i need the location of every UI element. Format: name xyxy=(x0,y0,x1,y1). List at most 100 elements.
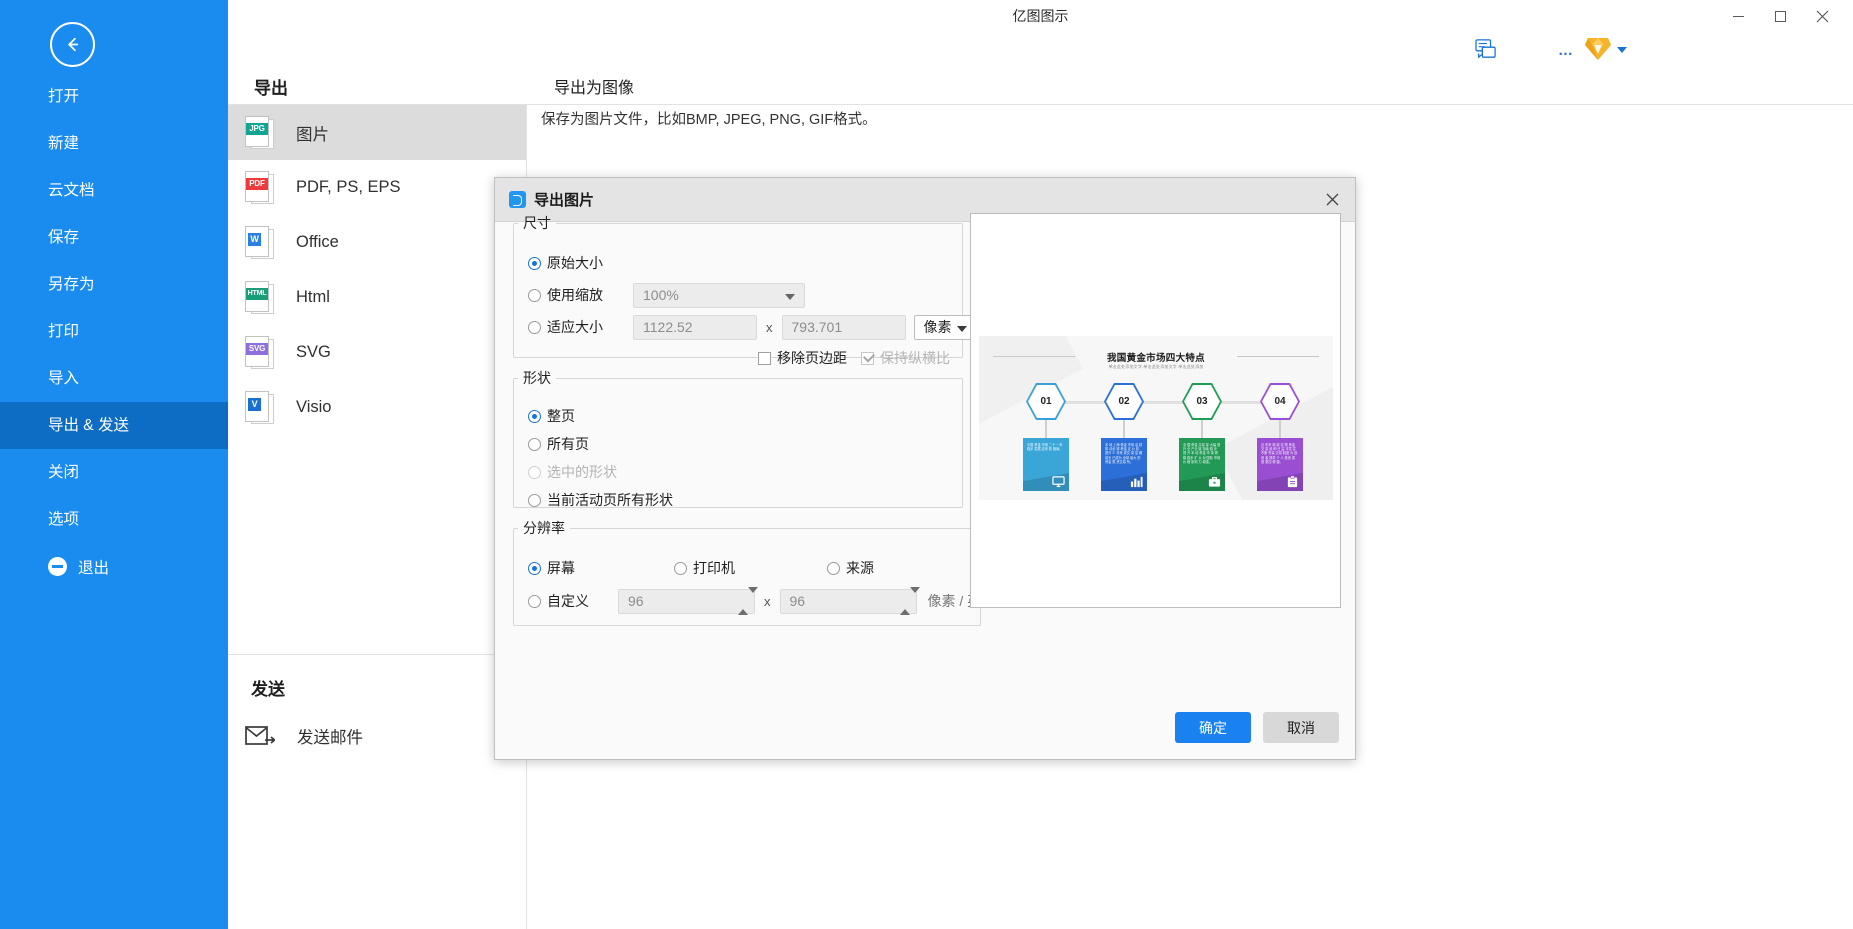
format-item-html[interactable]: HTML Html xyxy=(228,270,526,325)
stepper-up-icon[interactable] xyxy=(900,593,910,615)
preview-card-03: 全 国 黄金 交易 量 大幅 提升 全 产业 链 持续 稳 步 提 升 本 地 … xyxy=(1179,438,1225,491)
format-item-image[interactable]: JPG 图片 xyxy=(228,105,526,160)
export-preview: 我国黄金市场四大特点 单击此处添加文字 单击此处添加文字 单击此处添加 01 中… xyxy=(970,213,1341,608)
width-input[interactable]: 1122.52 xyxy=(633,315,757,340)
vip-dropdown-caret[interactable] xyxy=(1617,47,1627,53)
preview-hex-01: 01 xyxy=(1026,383,1066,420)
sidebar-item-new[interactable]: 新建 xyxy=(0,120,228,167)
sidebar-item-exit-label: 退出 xyxy=(78,556,109,578)
radio-source[interactable] xyxy=(827,562,840,575)
mail-send-icon xyxy=(245,725,275,747)
maximize-button[interactable] xyxy=(1759,3,1801,31)
format-item-visio[interactable]: V Visio xyxy=(228,380,526,435)
clipboard-icon xyxy=(1286,475,1299,488)
sidebar-item-export-and-send[interactable]: 导出 & 发送 xyxy=(0,402,228,449)
sidebar-item-open[interactable]: 打开 xyxy=(0,73,228,120)
send-item-email[interactable]: 发送邮件 xyxy=(228,708,526,763)
stepper-up-icon[interactable] xyxy=(738,593,748,615)
send-item-email-label: 发送邮件 xyxy=(297,724,363,748)
preview-stem-04 xyxy=(1279,420,1281,438)
radio-screen[interactable] xyxy=(528,562,541,575)
height-input[interactable]: 793.701 xyxy=(782,315,906,340)
radio-row-all-pages[interactable]: 所有页 xyxy=(528,430,673,458)
more-options-button[interactable]: … xyxy=(1558,46,1574,56)
sidebar-item-cloud-docs[interactable]: 云文档 xyxy=(0,167,228,214)
format-item-pdf[interactable]: PDF PDF, PS, EPS xyxy=(228,160,526,215)
radio-all-pages[interactable] xyxy=(528,438,541,451)
keep-aspect-ratio-label: 保持纵横比 xyxy=(880,348,950,368)
preview-card-03-text: 全 国 黄金 交易 量 大幅 提升 全 产业 链 持续 稳 步 提 升 本 地 … xyxy=(1183,443,1221,464)
minimize-icon xyxy=(1733,16,1744,17)
shape-group-legend: 形状 xyxy=(518,368,556,388)
dpi-y-stepper[interactable] xyxy=(900,593,910,609)
briefcase-icon xyxy=(1208,475,1221,488)
radio-printer[interactable] xyxy=(674,562,687,575)
preview-page: 我国黄金市场四大特点 单击此处添加文字 单击此处添加文字 单击此处添加 01 中… xyxy=(979,336,1333,500)
radio-custom-resolution-label: 自定义 xyxy=(547,591,610,611)
radio-active-page-shapes[interactable] xyxy=(528,494,541,507)
radio-whole-page[interactable] xyxy=(528,410,541,423)
html-file-icon: HTML xyxy=(245,281,274,314)
format-item-image-label: 图片 xyxy=(296,121,329,145)
edraw-logo-icon xyxy=(509,191,526,208)
close-window-button[interactable] xyxy=(1801,3,1843,31)
chevron-down-icon xyxy=(957,326,967,332)
remove-margin-checkbox[interactable] xyxy=(758,352,771,365)
cancel-button[interactable]: 取消 xyxy=(1263,712,1339,743)
scale-select-value: 100% xyxy=(643,287,679,303)
radio-row-selected-shapes: 选中的形状 xyxy=(528,458,673,486)
radio-custom-resolution[interactable] xyxy=(528,595,541,608)
sidebar-item-print[interactable]: 打印 xyxy=(0,308,228,355)
radio-row-original-size[interactable]: 原始大小 xyxy=(528,249,976,277)
close-icon xyxy=(1326,193,1339,206)
preview-card-01: 中国 黄金 市场 二十一 年 稳步 发展 迎来 新 格局。 xyxy=(1023,438,1069,491)
radio-all-pages-label: 所有页 xyxy=(547,434,589,454)
radio-original-size-label: 原始大小 xyxy=(547,253,603,273)
jpg-file-icon: JPG xyxy=(245,116,274,149)
format-item-svg[interactable]: SVG SVG xyxy=(228,325,526,380)
sidebar-item-close[interactable]: 关闭 xyxy=(0,449,228,496)
resolution-custom-row: 自定义 96 x 96 像素 / 英寸 xyxy=(528,587,995,615)
radio-source-label: 来源 xyxy=(846,558,874,578)
sidebar-item-options[interactable]: 选项 xyxy=(0,496,228,543)
chat-bubble-icon[interactable] xyxy=(1475,39,1497,59)
size-unit-select[interactable]: 像素 xyxy=(914,315,976,340)
sidebar-item-save-as[interactable]: 另存为 xyxy=(0,261,228,308)
radio-selected-shapes xyxy=(528,466,541,479)
size-unit-value: 像素 xyxy=(924,317,952,337)
radio-row-fit-size[interactable]: 适应大小 1122.52 x 793.701 像素 xyxy=(528,313,976,341)
stepper-down-icon[interactable] xyxy=(910,587,920,609)
maximize-icon xyxy=(1775,11,1786,22)
scale-select[interactable]: 100% xyxy=(633,283,805,308)
sidebar-item-save[interactable]: 保存 xyxy=(0,214,228,261)
ok-button[interactable]: 确定 xyxy=(1175,712,1251,743)
resolution-group: 分辨率 屏幕 打印机 来源 自定义 96 x xyxy=(513,518,981,626)
stepper-down-icon[interactable] xyxy=(748,587,758,609)
radio-fit-size[interactable] xyxy=(528,321,541,334)
sidebar-item-import[interactable]: 导入 xyxy=(0,355,228,402)
shape-group: 形状 整页 所有页 选中的形状 当前活动页所有形状 xyxy=(513,368,963,508)
minimize-button[interactable] xyxy=(1717,3,1759,31)
radio-use-scale[interactable] xyxy=(528,289,541,302)
page-title: 导出为图像 xyxy=(554,74,634,98)
title-bar: 亿图图示 xyxy=(228,0,1853,33)
preview-hex-02: 02 xyxy=(1104,383,1144,420)
radio-row-use-scale[interactable]: 使用缩放 100% xyxy=(528,281,976,309)
back-button[interactable] xyxy=(50,22,95,67)
window-title: 亿图图示 xyxy=(228,0,1853,33)
svg-file-icon: SVG xyxy=(245,336,274,369)
radio-row-whole-page[interactable]: 整页 xyxy=(528,402,673,430)
radio-row-active-page-shapes[interactable]: 当前活动页所有形状 xyxy=(528,486,673,514)
format-item-office[interactable]: W Office xyxy=(228,215,526,270)
radio-original-size[interactable] xyxy=(528,257,541,270)
radio-selected-shapes-label: 选中的形状 xyxy=(547,462,617,482)
dpi-x-input[interactable]: 96 xyxy=(618,589,755,614)
send-heading: 发送 xyxy=(228,655,526,708)
sidebar-item-exit[interactable]: 退出 xyxy=(0,543,228,590)
dpi-x-stepper[interactable] xyxy=(738,593,748,609)
pdf-file-icon: PDF xyxy=(245,171,274,204)
radio-whole-page-label: 整页 xyxy=(547,406,575,426)
export-heading: 导出 xyxy=(254,74,288,99)
dpi-y-input[interactable]: 96 xyxy=(780,589,917,614)
diamond-icon[interactable] xyxy=(1583,36,1613,62)
